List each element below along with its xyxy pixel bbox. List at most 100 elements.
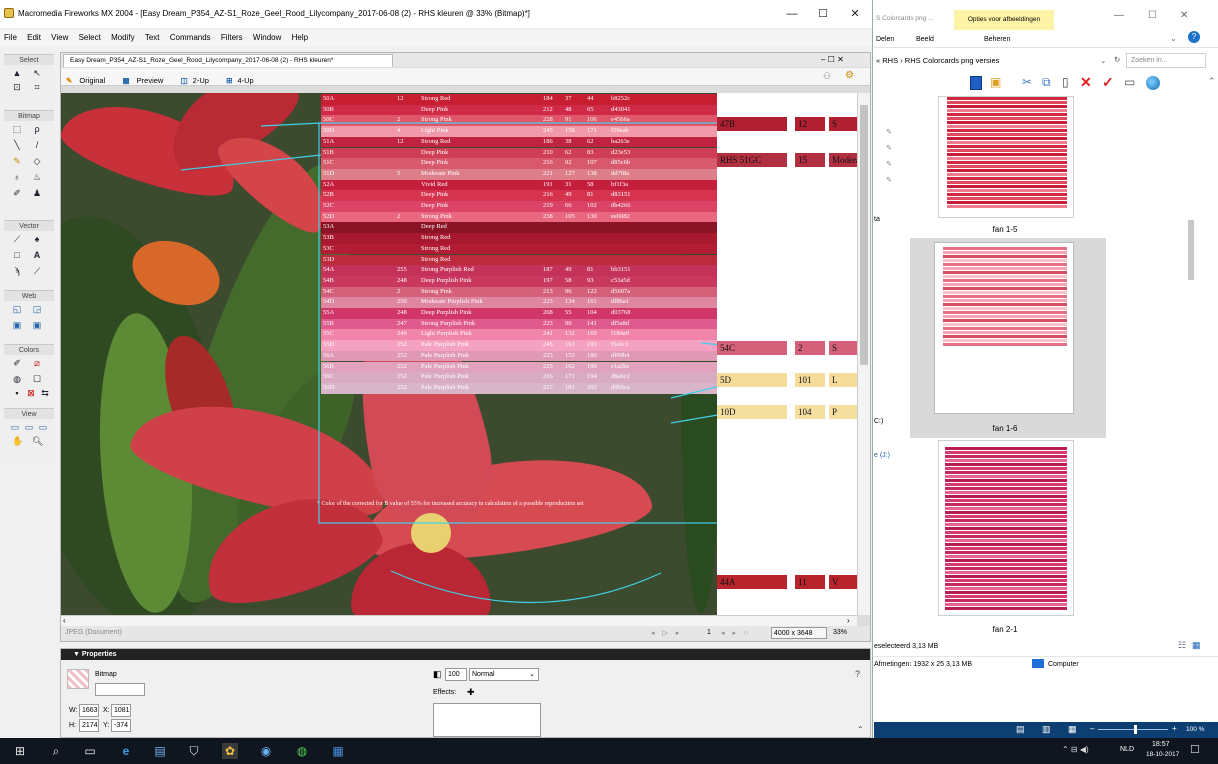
tab-4-up[interactable]: ⊞ 4-Up <box>221 68 264 85</box>
zoom-in-icon[interactable]: + <box>1172 724 1177 733</box>
menu-window[interactable]: Window <box>249 30 285 42</box>
replace-color-icon[interactable]: ✐ <box>12 188 22 198</box>
check-icon[interactable]: ✓ <box>1102 74 1114 91</box>
scroll-left-icon[interactable]: ‹ <box>63 616 66 625</box>
object-name-field[interactable] <box>95 683 145 696</box>
horizontal-scrollbar[interactable]: ‹ › <box>61 615 857 626</box>
properties-icon[interactable]: ▭ <box>1124 75 1135 89</box>
stroke-swatch-icon[interactable]: ⧄ <box>32 358 42 368</box>
menu-file[interactable]: File <box>0 30 21 42</box>
cut-icon[interactable]: ✂ <box>1022 75 1032 89</box>
explorer-close-button[interactable]: ✕ <box>1180 10 1188 21</box>
eraser-tool-icon[interactable]: ◇ <box>32 156 42 166</box>
rectangle-tool-icon[interactable]: □ <box>12 250 22 260</box>
subselect-tool-icon[interactable]: ↖ <box>32 68 42 78</box>
maximize-button[interactable]: ☐ <box>809 4 837 24</box>
search-input[interactable]: Zoeken in... <box>1126 53 1206 68</box>
menu-modify[interactable]: Modify <box>107 30 139 42</box>
canvas[interactable]: 50A 12 Strong Red 184 37 44 b8252c 50B Deep Pink… <box>61 93 857 615</box>
y-field[interactable]: -374 <box>111 719 131 732</box>
ribbon-expand-icon[interactable]: ⌄ <box>1170 34 1177 43</box>
show-slices-icon[interactable]: ▣ <box>32 320 42 330</box>
view-mode-icon[interactable]: ▦ <box>1068 724 1077 735</box>
full-screen-icon[interactable]: ▭ <box>38 422 48 432</box>
menu-select[interactable]: Select <box>75 30 105 42</box>
explorer-scroll-thumb[interactable] <box>1188 220 1194 280</box>
vertical-scrollbar[interactable] <box>857 93 870 615</box>
canvas-size-field[interactable]: 4000 x 3648 <box>771 627 827 639</box>
computer-label[interactable]: Computer <box>1048 661 1079 668</box>
red-eye-icon[interactable]: ♟ <box>32 188 42 198</box>
line-tool-icon[interactable]: ⟋ <box>12 234 22 244</box>
menu-commands[interactable]: Commands <box>166 30 215 42</box>
menu-help[interactable]: Help <box>288 30 312 42</box>
file-name[interactable]: fan 2-1 <box>930 625 1080 634</box>
pencil-tool-icon[interactable]: ✎ <box>12 156 22 166</box>
playback-controls[interactable]: ◂ ▷ ▸ <box>651 629 682 637</box>
zoom-level[interactable]: 33% <box>833 629 847 636</box>
onion-skin-icon[interactable]: ⚇ <box>823 71 831 82</box>
large-icons-view-icon[interactable]: ▦ <box>1192 640 1201 651</box>
app-icon[interactable]: ◉ <box>258 743 274 759</box>
nav-label[interactable]: C:) <box>874 418 883 425</box>
document-controls[interactable]: – ☐ ✕ <box>821 55 844 64</box>
shopping-bag-icon[interactable]: ⛉ <box>186 743 202 759</box>
details-view-icon[interactable]: ☷ <box>1178 640 1186 651</box>
view-mode-icon[interactable]: ▥ <box>1042 724 1051 735</box>
explorer-maximize-button[interactable]: ☐ <box>1148 10 1157 21</box>
globe-icon[interactable] <box>1146 76 1160 90</box>
fireworks-taskbar-icon[interactable]: ✿ <box>222 743 238 759</box>
text-tool-icon[interactable]: A <box>32 250 42 260</box>
pointer-tool-icon[interactable]: ▲ <box>12 68 22 78</box>
scroll-right-icon[interactable]: › <box>847 616 850 625</box>
tab-preview[interactable]: ▦ Preview <box>117 68 173 85</box>
blur-tool-icon[interactable]: ♁ <box>12 172 22 182</box>
pen-tool-icon[interactable]: ♠ <box>32 234 42 244</box>
refresh-icon[interactable]: ↻ <box>1114 55 1120 64</box>
view-mode-icon[interactable]: ▤ <box>1016 724 1025 735</box>
menu-edit[interactable]: Edit <box>23 30 45 42</box>
swap-colors-icon[interactable]: ⇆ <box>40 388 50 398</box>
collapse-icon[interactable]: ⌃ <box>857 725 864 734</box>
context-tab-picture-tools[interactable]: Opties voor afbeeldingen <box>954 10 1054 30</box>
file-name[interactable]: fan 1-6 <box>930 424 1080 433</box>
search-icon[interactable]: ⌕ <box>48 743 64 759</box>
ribbon-tab-beheren[interactable]: Beheren <box>984 36 1010 43</box>
delete-icon[interactable]: ✕ <box>1080 74 1092 91</box>
effects-list[interactable] <box>433 703 541 737</box>
copy-icon[interactable]: ⧉ <box>1042 75 1051 90</box>
file-thumbnail-selected[interactable] <box>934 242 1074 414</box>
folder-icon[interactable]: ▣ <box>990 75 1001 89</box>
address-dropdown-icon[interactable]: ⌄ <box>1100 56 1106 65</box>
add-effect-icon[interactable]: ✚ <box>467 687 475 698</box>
paste-icon[interactable]: ▯ <box>1062 75 1069 89</box>
breadcrumb-overflow[interactable]: « <box>876 56 880 65</box>
hand-tool-icon[interactable]: ✋ <box>12 436 23 446</box>
ribbon-tab-delen[interactable]: Delen <box>876 36 894 43</box>
language-indicator[interactable]: NLD <box>1120 746 1134 753</box>
lasso-tool-icon[interactable]: ρ <box>32 124 42 134</box>
x-field[interactable]: 1081 <box>111 704 131 717</box>
crop-tool-icon[interactable]: ⌗ <box>32 82 42 92</box>
zoom-slider-track[interactable] <box>1098 729 1168 730</box>
store-icon[interactable]: ▤ <box>152 743 168 759</box>
full-screen-menu-icon[interactable]: ▭ <box>24 422 34 432</box>
edge-browser-icon[interactable]: e <box>118 743 134 759</box>
help-icon[interactable]: ? <box>1188 31 1200 43</box>
no-color-icon[interactable]: ⊠ <box>26 388 36 398</box>
file-thumbnail[interactable] <box>938 96 1074 218</box>
breadcrumb-item[interactable]: RHS <box>882 56 898 65</box>
blend-mode-select[interactable]: Normal ⌄ <box>469 668 539 681</box>
magic-wand-icon[interactable]: ╲ <box>12 140 22 150</box>
default-colors-icon[interactable]: ▪ <box>12 388 22 398</box>
task-view-icon[interactable]: ▭ <box>82 743 98 759</box>
breadcrumb[interactable]: « RHS › RHS Colorcards png versies <box>876 56 999 65</box>
preview-pane-icon[interactable] <box>970 76 982 90</box>
stroke-color-icon[interactable]: ✐ <box>12 358 22 368</box>
nav-label[interactable]: ta <box>874 216 880 223</box>
hotspot-tool-icon[interactable]: ◱ <box>12 304 22 314</box>
tab-2-up[interactable]: ◫ 2-Up <box>176 68 219 85</box>
standard-mode-icon[interactable]: ▭ <box>10 422 20 432</box>
word-icon[interactable]: ▦ <box>330 743 346 759</box>
marquee-tool-icon[interactable]: ⬚ <box>12 124 22 134</box>
